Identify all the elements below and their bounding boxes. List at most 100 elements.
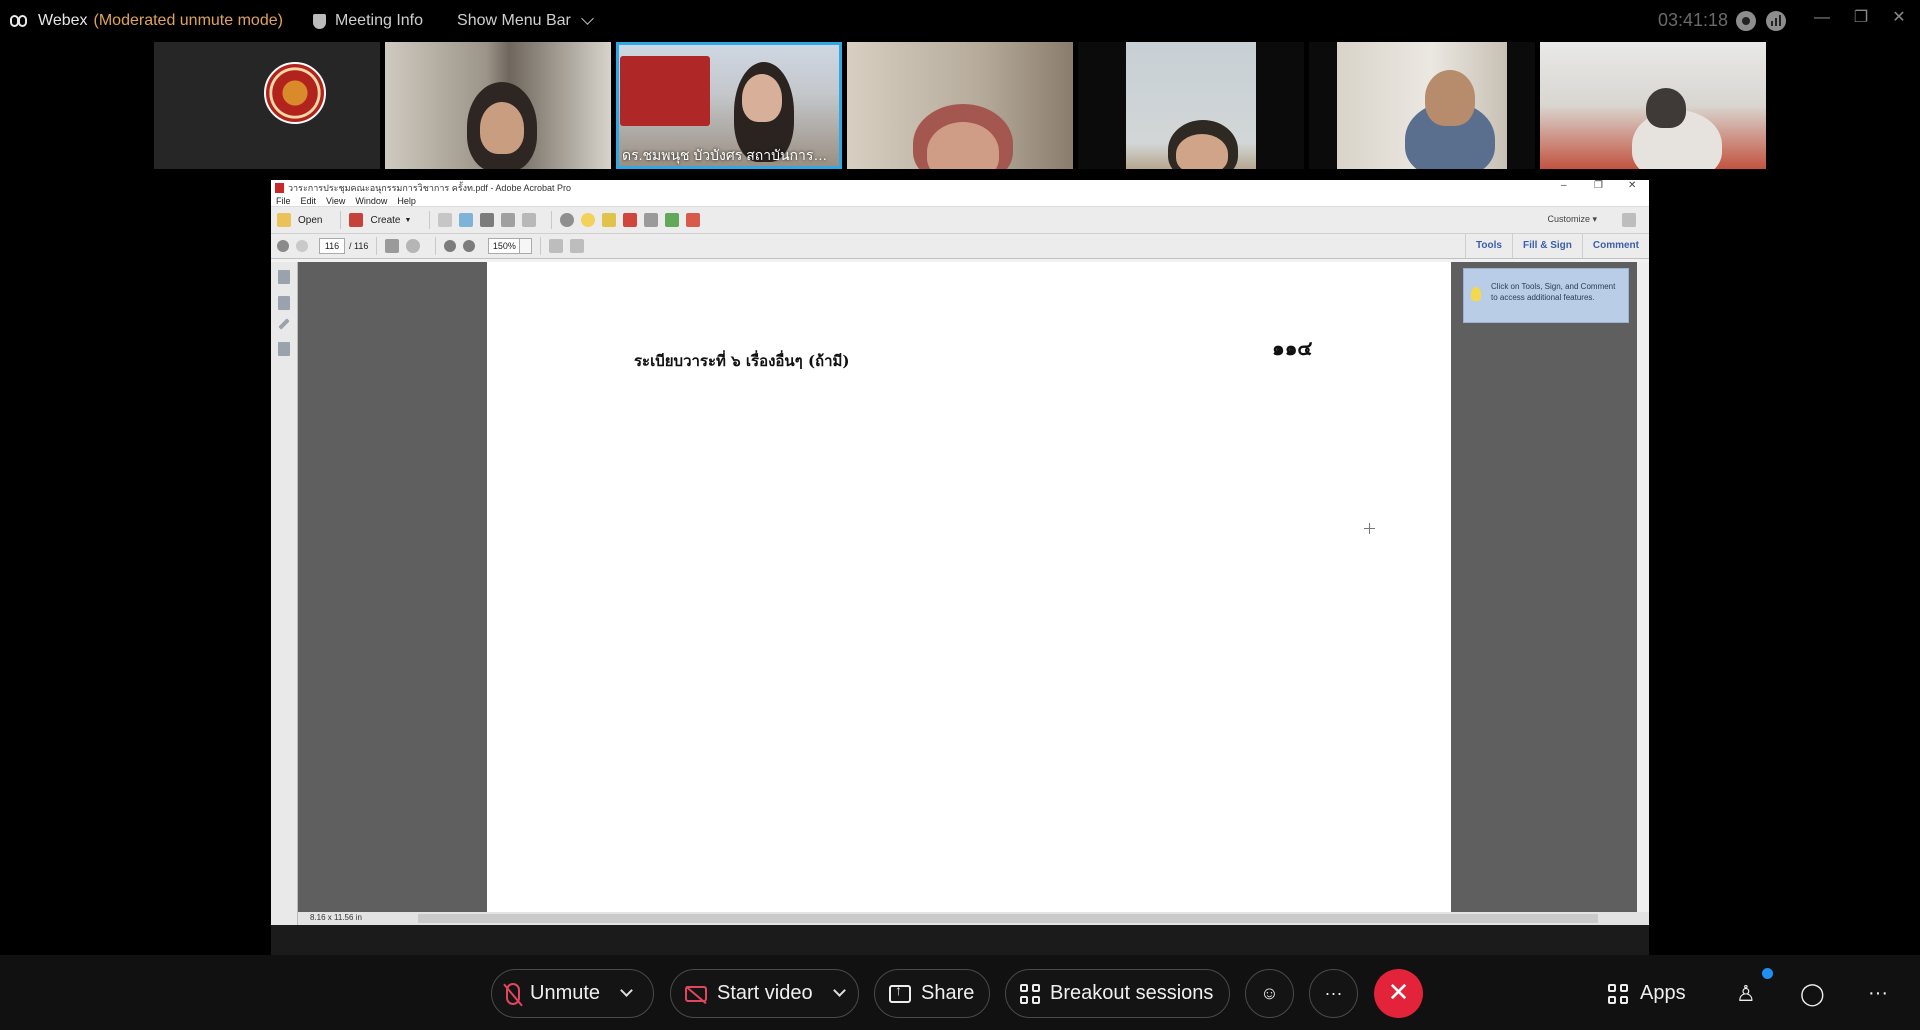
menu-help[interactable]: Help — [397, 196, 416, 206]
participant-tile[interactable] — [385, 42, 611, 169]
more-options-button[interactable]: ··· — [1309, 969, 1358, 1018]
menu-edit[interactable]: Edit — [301, 196, 317, 206]
customize-dropdown[interactable]: Customize ▾ — [1547, 214, 1597, 225]
acrobat-minimize-button[interactable]: – — [1561, 180, 1567, 191]
overflow-menu-button[interactable]: ··· — [1868, 969, 1888, 1018]
open-label: Open — [298, 214, 323, 226]
start-video-label: Start video — [717, 982, 813, 1004]
organization-seal-avatar — [264, 62, 326, 124]
customize-label: Customize — [1547, 214, 1590, 224]
meeting-info-label: Meeting Info — [334, 12, 424, 29]
extract-pages-icon[interactable] — [644, 213, 659, 227]
zoom-dropdown[interactable] — [520, 238, 533, 254]
shared-screen: วาระการประชุมคณะอนุกรรมการวิชาการ ครั้งท… — [271, 180, 1649, 955]
start-video-button[interactable]: Start video — [670, 969, 859, 1018]
comment-icon[interactable] — [581, 213, 596, 227]
tab-tools[interactable]: Tools — [1465, 234, 1512, 258]
participant-face — [1176, 134, 1228, 169]
highlight-icon[interactable] — [602, 213, 617, 227]
breakout-label: Breakout sessions — [1050, 982, 1214, 1004]
select-cursor-icon[interactable] — [385, 239, 400, 253]
print-icon[interactable] — [480, 213, 495, 227]
lightbulb-icon — [1471, 287, 1481, 301]
signature-icon[interactable] — [278, 318, 290, 330]
minimize-button[interactable]: — — [1807, 6, 1837, 30]
expand-icon[interactable] — [1622, 213, 1636, 227]
participants-button[interactable]: ♙ — [1736, 969, 1756, 1018]
participant-tile[interactable] — [1309, 42, 1535, 169]
zoom-input[interactable]: 150% — [488, 238, 521, 254]
chevron-down-icon[interactable] — [832, 984, 846, 997]
stamp-icon[interactable] — [623, 213, 638, 227]
dropdown-arrow-icon: ▼ — [404, 216, 412, 224]
document-page-number: ๑๑๔ — [1272, 336, 1313, 360]
restore-button[interactable]: ❐ — [1846, 6, 1876, 30]
notification-badge — [1762, 968, 1773, 979]
network-stats-icon[interactable] — [1766, 11, 1786, 31]
toolbar-divider — [376, 237, 378, 255]
apps-label: Apps — [1640, 982, 1686, 1004]
scrollbar-thumb[interactable] — [418, 914, 1598, 923]
share-button[interactable]: Share — [874, 969, 990, 1018]
leave-meeting-button[interactable]: ✕ — [1374, 969, 1423, 1018]
breakout-grid-icon — [1020, 983, 1040, 1004]
horizontal-scrollbar[interactable]: 8.16 x 11.56 in — [298, 912, 1649, 925]
vertical-scrollbar[interactable] — [1637, 262, 1649, 912]
save-icon[interactable] — [438, 213, 453, 227]
tip-text: Click on Tools, Sign, and Comment to acc… — [1491, 282, 1616, 302]
participant-video — [620, 56, 710, 126]
apps-button[interactable]: Apps — [1608, 969, 1686, 1018]
zoom-in-icon[interactable] — [463, 240, 476, 252]
tab-comment[interactable]: Comment — [1581, 234, 1649, 258]
next-page-icon[interactable] — [296, 240, 308, 252]
pdf-icon — [275, 182, 284, 193]
pdf-tools-icon[interactable] — [686, 213, 701, 227]
participant-tile-active-speaker[interactable]: ดร.ชมพนุช บัวบังศร สถาบันการอาชี... — [616, 42, 842, 169]
create-button[interactable]: Create ▼ — [349, 213, 411, 227]
hand-tool-icon[interactable] — [406, 239, 421, 253]
bookmarks-icon[interactable] — [278, 296, 290, 310]
participant-tile[interactable] — [1078, 42, 1304, 169]
breakout-sessions-button[interactable]: Breakout sessions — [1005, 969, 1230, 1018]
acrobat-close-button[interactable]: ✕ — [1628, 180, 1636, 191]
participant-name: ดร.ชมพนุช บัวบังศร สถาบันการอาชี... — [622, 147, 832, 163]
toolbar-divider — [429, 211, 431, 229]
acrobat-restore-button[interactable]: ❐ — [1594, 180, 1603, 191]
participant-tile[interactable] — [1540, 42, 1766, 169]
page-thumbnails-icon[interactable] — [278, 270, 290, 284]
zoom-out-icon[interactable] — [444, 240, 457, 252]
page-number-input[interactable]: 116 — [319, 238, 345, 254]
recording-icon[interactable] — [1736, 11, 1756, 31]
email-icon[interactable] — [522, 213, 537, 227]
chevron-down-icon[interactable] — [620, 984, 633, 997]
meeting-info-button[interactable]: Meeting Info — [312, 12, 424, 30]
fit-width-icon[interactable] — [549, 239, 564, 253]
settings-icon[interactable] — [560, 213, 575, 227]
unmute-button[interactable]: Unmute — [491, 969, 654, 1018]
shield-icon — [312, 13, 326, 29]
page-total: / 116 — [349, 241, 369, 251]
show-menu-bar-button[interactable]: Show Menu Bar — [457, 12, 594, 30]
export-icon[interactable] — [665, 213, 680, 227]
smiley-icon: ☺ — [1260, 983, 1279, 1003]
navigation-toolbar: 116 / 116 150% Tools Fill & Sign Comment — [271, 234, 1649, 259]
muted-microphone-icon — [506, 982, 520, 1005]
fit-page-icon[interactable] — [570, 239, 585, 253]
close-window-button[interactable]: ✕ — [1884, 6, 1914, 30]
previous-page-icon[interactable] — [277, 240, 289, 252]
reactions-button[interactable]: ☺ — [1245, 969, 1294, 1018]
acrobat-menu-bar: File Edit View Window Help — [271, 195, 1649, 207]
menu-view[interactable]: View — [326, 196, 345, 206]
edit-icon[interactable] — [501, 213, 516, 227]
attachments-icon[interactable] — [278, 342, 290, 356]
participant-tile[interactable] — [847, 42, 1073, 169]
menu-window[interactable]: Window — [355, 196, 387, 206]
open-button[interactable]: Open — [277, 213, 322, 227]
chat-button[interactable]: ◯ — [1800, 969, 1825, 1018]
cloud-upload-icon[interactable] — [459, 213, 474, 227]
tab-fill-sign[interactable]: Fill & Sign — [1511, 234, 1582, 258]
participant-tile[interactable] — [154, 42, 380, 169]
participant-face — [480, 102, 524, 154]
menu-file[interactable]: File — [276, 196, 291, 206]
toolbar-divider — [435, 237, 437, 255]
